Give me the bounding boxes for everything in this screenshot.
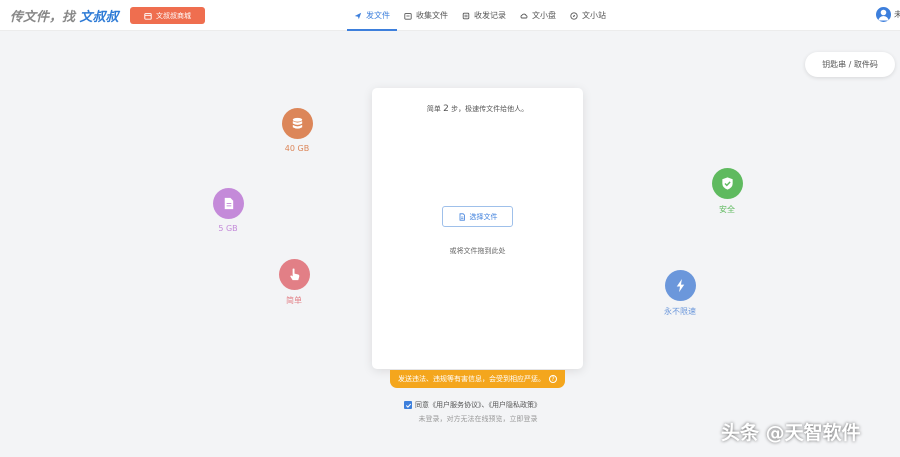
feature-safe: 安全: [697, 168, 757, 215]
lightning-icon: [676, 278, 684, 293]
feature-simple-label: 简单: [286, 296, 302, 305]
nav-cloud-disk[interactable]: 文小盘: [513, 0, 563, 31]
mall-button[interactable]: 文叔叔商城: [130, 7, 205, 24]
top-navbar: 传文件，找 文叔叔 文叔叔商城 发文件 收集文件 收发记录 文小盘 文小站 未: [0, 0, 900, 31]
nav-send-file[interactable]: 发文件: [347, 0, 397, 31]
choose-file-button[interactable]: 选择文件: [442, 206, 513, 227]
drop-zone-hint: 或将文件拖到此处: [449, 247, 506, 255]
feature-safe-label: 安全: [719, 205, 735, 214]
folder-icon: [404, 12, 412, 20]
compass-icon: [570, 11, 578, 20]
feature-simple-circle: [278, 259, 310, 290]
feature-simple: 简单: [264, 259, 324, 306]
nav-station-label: 文小站: [582, 11, 606, 20]
upload-card: 简单 2 步，极速传文件给他人。 选择文件 或将文件拖到此处: [372, 88, 583, 369]
agreement-row: 同意《用户服务协议》、《用户隐私政策》: [404, 400, 541, 410]
help-icon[interactable]: ?: [549, 375, 557, 383]
choose-file-label: 选择文件: [469, 212, 498, 221]
cloud-disk-icon: [520, 13, 528, 18]
feature-storage-circle: [281, 108, 313, 139]
check-icon: [405, 403, 411, 408]
record-icon: [462, 12, 470, 19]
nav-records[interactable]: 收发记录: [455, 0, 513, 31]
warning-banner: 发送违法、违规等有害信息，会受到相应严惩。 ?: [390, 370, 565, 388]
logo-prefix: 传文件，找: [10, 10, 76, 25]
upload-hint-prefix: 简单: [426, 105, 441, 113]
nav-collect-files-label: 收集文件: [416, 11, 448, 20]
file-icon: [224, 197, 233, 210]
user-avatar[interactable]: [876, 7, 891, 22]
watermark: 头条 @天智软件: [721, 422, 861, 444]
database-icon: [292, 117, 302, 129]
document-icon: [459, 212, 465, 221]
nav-collect-files[interactable]: 收集文件: [397, 0, 455, 31]
feature-safe-circle: [711, 168, 743, 199]
keychain-pickup-code-button[interactable]: 钥匙串 / 取件码: [805, 52, 895, 77]
nav-records-label: 收发记录: [474, 11, 506, 20]
feature-no-limit-circle: [664, 270, 696, 301]
feature-no-limit: 永不限速: [650, 270, 710, 317]
nav-send-file-label: 发文件: [366, 11, 390, 20]
send-icon: [354, 12, 362, 19]
user-name[interactable]: 未: [894, 9, 900, 20]
mall-button-label: 文叔叔商城: [156, 11, 191, 20]
agreement-checkbox[interactable]: [404, 401, 412, 409]
upload-hint-suffix: 步，极速传文件给他人。: [451, 105, 529, 113]
upload-hint: 简单 2 步，极速传文件给他人。: [372, 104, 583, 114]
feature-file-size-circle: [212, 188, 244, 219]
upload-hint-step: 2: [443, 104, 449, 114]
feature-file-size-label: 5 GB: [218, 224, 238, 233]
nav-cloud-disk-label: 文小盘: [532, 11, 556, 20]
main-nav: 发文件 收集文件 收发记录 文小盘 文小站: [347, 0, 613, 31]
logo-brand: 文叔叔: [79, 10, 119, 25]
feature-storage: 40 GB: [267, 108, 327, 153]
hand-pointer-icon: [289, 268, 299, 281]
feature-no-limit-label: 永不限速: [664, 307, 696, 316]
nav-station[interactable]: 文小站: [563, 0, 613, 31]
site-logo[interactable]: 传文件，找 文叔叔: [10, 6, 119, 25]
warning-text: 发送违法、违规等有害信息，会受到相应严惩。: [398, 375, 545, 383]
feature-file-size: 5 GB: [198, 188, 258, 233]
feature-storage-label: 40 GB: [284, 144, 310, 153]
shop-icon: [144, 12, 152, 20]
user-icon: [878, 9, 889, 21]
agreement-text[interactable]: 同意《用户服务协议》、《用户隐私政策》: [415, 400, 541, 410]
shield-check-icon: [721, 177, 733, 190]
